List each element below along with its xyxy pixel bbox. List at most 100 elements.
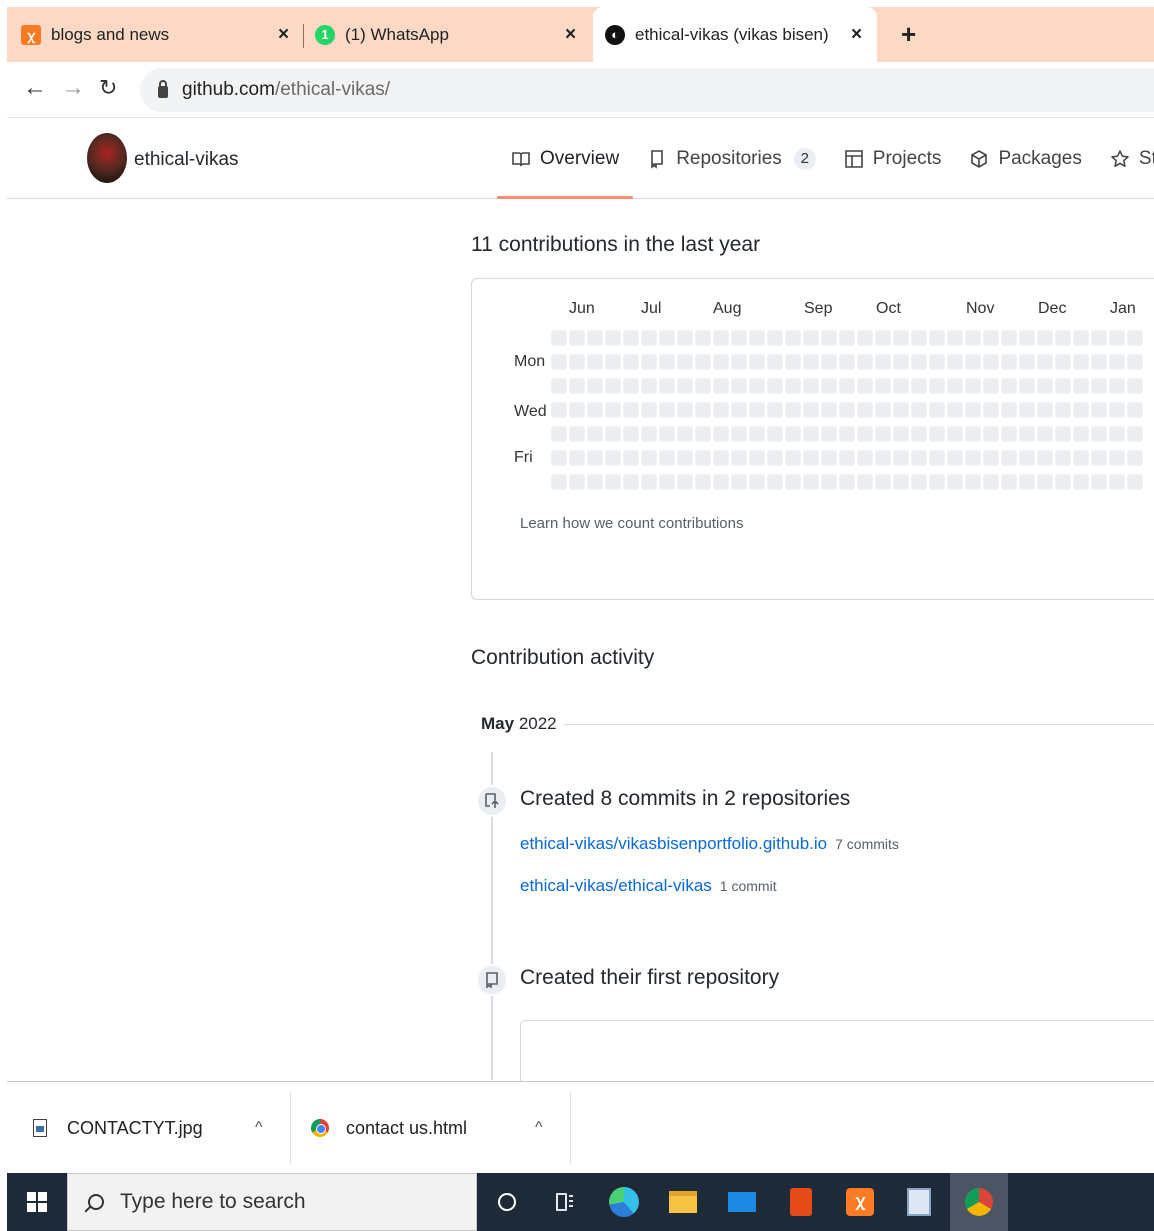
contribution-cell[interactable] (605, 426, 621, 442)
contribution-cell[interactable] (875, 354, 891, 370)
repo-link[interactable]: ethical-vikas/vikasbisenportfolio.github… (520, 834, 827, 853)
forward-icon[interactable]: → (61, 76, 85, 100)
contribution-cell[interactable] (911, 450, 927, 466)
contribution-cell[interactable] (1091, 354, 1107, 370)
contribution-cell[interactable] (749, 474, 765, 490)
contribution-cell[interactable] (1019, 474, 1035, 490)
contribution-cell[interactable] (1127, 474, 1143, 490)
contribution-cell[interactable] (677, 450, 693, 466)
contribution-cell[interactable] (893, 450, 909, 466)
contribution-cell[interactable] (911, 426, 927, 442)
contribution-cell[interactable] (983, 330, 999, 346)
contribution-cell[interactable] (587, 378, 603, 394)
contribution-cell[interactable] (1037, 354, 1053, 370)
contribution-cell[interactable] (659, 402, 675, 418)
contribution-cell[interactable] (659, 330, 675, 346)
contribution-cell[interactable] (677, 426, 693, 442)
contribution-cell[interactable] (965, 474, 981, 490)
contribution-cell[interactable] (1073, 354, 1089, 370)
xampp-icon[interactable]: ꭓ (844, 1186, 876, 1218)
contribution-cell[interactable] (1073, 402, 1089, 418)
contribution-cell[interactable] (677, 354, 693, 370)
contribution-cell[interactable] (749, 450, 765, 466)
contribution-cell[interactable] (695, 474, 711, 490)
contribution-cell[interactable] (749, 426, 765, 442)
contribution-cell[interactable] (983, 426, 999, 442)
contribution-cell[interactable] (569, 402, 585, 418)
contribution-cell[interactable] (587, 330, 603, 346)
cortana-icon[interactable] (491, 1186, 523, 1218)
contribution-cell[interactable] (1055, 402, 1071, 418)
contribution-cell[interactable] (1001, 354, 1017, 370)
contribution-cell[interactable] (929, 474, 945, 490)
contribution-cell[interactable] (695, 426, 711, 442)
address-bar[interactable]: github.com/ethical-vikas/ (140, 68, 1154, 112)
contribution-cell[interactable] (893, 354, 909, 370)
contribution-cell[interactable] (1055, 426, 1071, 442)
contribution-cell[interactable] (875, 450, 891, 466)
contribution-cell[interactable] (713, 378, 729, 394)
contribution-cell[interactable] (929, 354, 945, 370)
tab-github-profile[interactable]: ◐ ethical-vikas (vikas bisen) × (593, 7, 877, 62)
contribution-cell[interactable] (551, 354, 567, 370)
contribution-cell[interactable] (839, 426, 855, 442)
contribution-cell[interactable] (677, 330, 693, 346)
contribution-cell[interactable] (713, 354, 729, 370)
contribution-cell[interactable] (659, 450, 675, 466)
learn-contributions-link[interactable]: Learn how we count contributions (520, 515, 743, 532)
contribution-cell[interactable] (965, 402, 981, 418)
contribution-cell[interactable] (1109, 402, 1125, 418)
contribution-cell[interactable] (1109, 474, 1125, 490)
contribution-cell[interactable] (839, 378, 855, 394)
contribution-cell[interactable] (1037, 450, 1053, 466)
contribution-cell[interactable] (641, 402, 657, 418)
contribution-cell[interactable] (1127, 330, 1143, 346)
contribution-cell[interactable] (857, 378, 873, 394)
contribution-cell[interactable] (983, 474, 999, 490)
contribution-cell[interactable] (1037, 378, 1053, 394)
contribution-cell[interactable] (785, 402, 801, 418)
tab-projects[interactable]: Projects (830, 121, 956, 197)
contribution-cell[interactable] (803, 426, 819, 442)
contribution-cell[interactable] (803, 330, 819, 346)
contribution-cell[interactable] (1001, 450, 1017, 466)
download-item[interactable]: contact us.html ^ (311, 1082, 571, 1174)
contribution-cell[interactable] (785, 426, 801, 442)
close-tab-icon[interactable]: × (565, 24, 576, 46)
contribution-cell[interactable] (587, 426, 603, 442)
contribution-cell[interactable] (587, 450, 603, 466)
contribution-cell[interactable] (1127, 354, 1143, 370)
contribution-cell[interactable] (1127, 426, 1143, 442)
contribution-cell[interactable] (623, 330, 639, 346)
contribution-cell[interactable] (785, 474, 801, 490)
contribution-cell[interactable] (911, 402, 927, 418)
contribution-cell[interactable] (857, 474, 873, 490)
contribution-cell[interactable] (1091, 450, 1107, 466)
avatar[interactable] (87, 133, 127, 183)
contribution-cell[interactable] (659, 426, 675, 442)
download-item[interactable]: CONTACTYT.jpg ^ (33, 1082, 288, 1174)
contribution-cell[interactable] (947, 402, 963, 418)
contribution-cell[interactable] (947, 426, 963, 442)
contribution-cell[interactable] (677, 402, 693, 418)
contribution-cell[interactable] (659, 354, 675, 370)
contribution-cell[interactable] (587, 354, 603, 370)
contribution-cell[interactable] (1001, 330, 1017, 346)
contribution-cell[interactable] (1109, 354, 1125, 370)
contribution-cell[interactable] (551, 426, 567, 442)
contribution-cell[interactable] (947, 330, 963, 346)
contribution-cell[interactable] (785, 450, 801, 466)
contribution-cell[interactable] (1109, 330, 1125, 346)
contribution-cell[interactable] (713, 450, 729, 466)
contribution-cell[interactable] (713, 426, 729, 442)
contribution-cell[interactable] (659, 378, 675, 394)
contribution-cell[interactable] (911, 378, 927, 394)
contribution-cell[interactable] (893, 330, 909, 346)
contribution-cell[interactable] (785, 330, 801, 346)
contribution-cell[interactable] (947, 378, 963, 394)
taskbar-search-input[interactable]: Type here to search (67, 1173, 477, 1231)
contribution-cell[interactable] (1073, 378, 1089, 394)
contribution-cell[interactable] (551, 474, 567, 490)
reload-icon[interactable]: ↻ (99, 76, 117, 100)
contribution-cell[interactable] (551, 402, 567, 418)
